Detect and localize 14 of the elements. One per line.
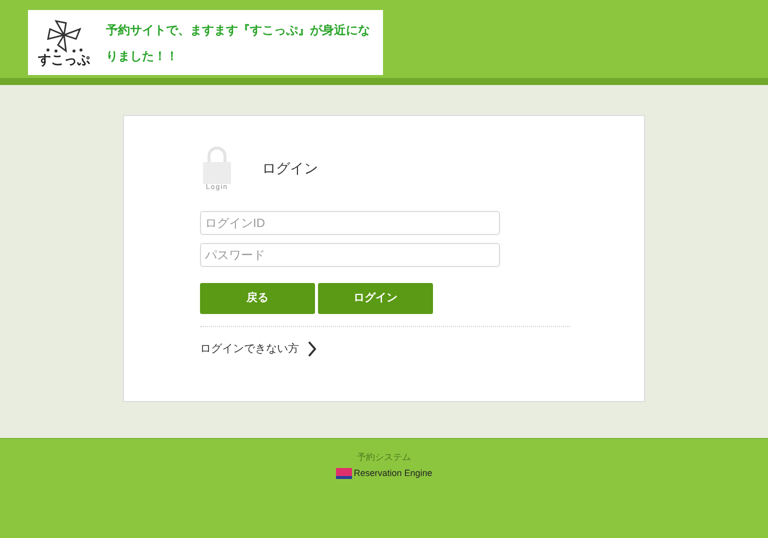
input-field[interactable]: パスワード	[200, 243, 500, 267]
input-field[interactable]: ログインID	[200, 211, 500, 235]
brand-name: Reservation Engine	[354, 466, 432, 480]
login-button[interactable]: 戻る	[200, 283, 315, 314]
logo-text: すこっぷ	[38, 53, 90, 66]
pinwheel-icon	[44, 19, 84, 53]
chevron-right-icon	[307, 341, 317, 358]
login-button[interactable]: ログイン	[318, 283, 433, 314]
padlock-icon	[201, 146, 233, 184]
footer-label: 予約システム	[357, 451, 411, 464]
help-link[interactable]: ログインできない方	[200, 341, 500, 358]
banner-message: 予約サイトで、ますます『すこっぷ』が身近になりました！！	[106, 22, 371, 64]
login-title: ログイン	[262, 159, 318, 178]
brand-logo-icon	[336, 468, 352, 479]
